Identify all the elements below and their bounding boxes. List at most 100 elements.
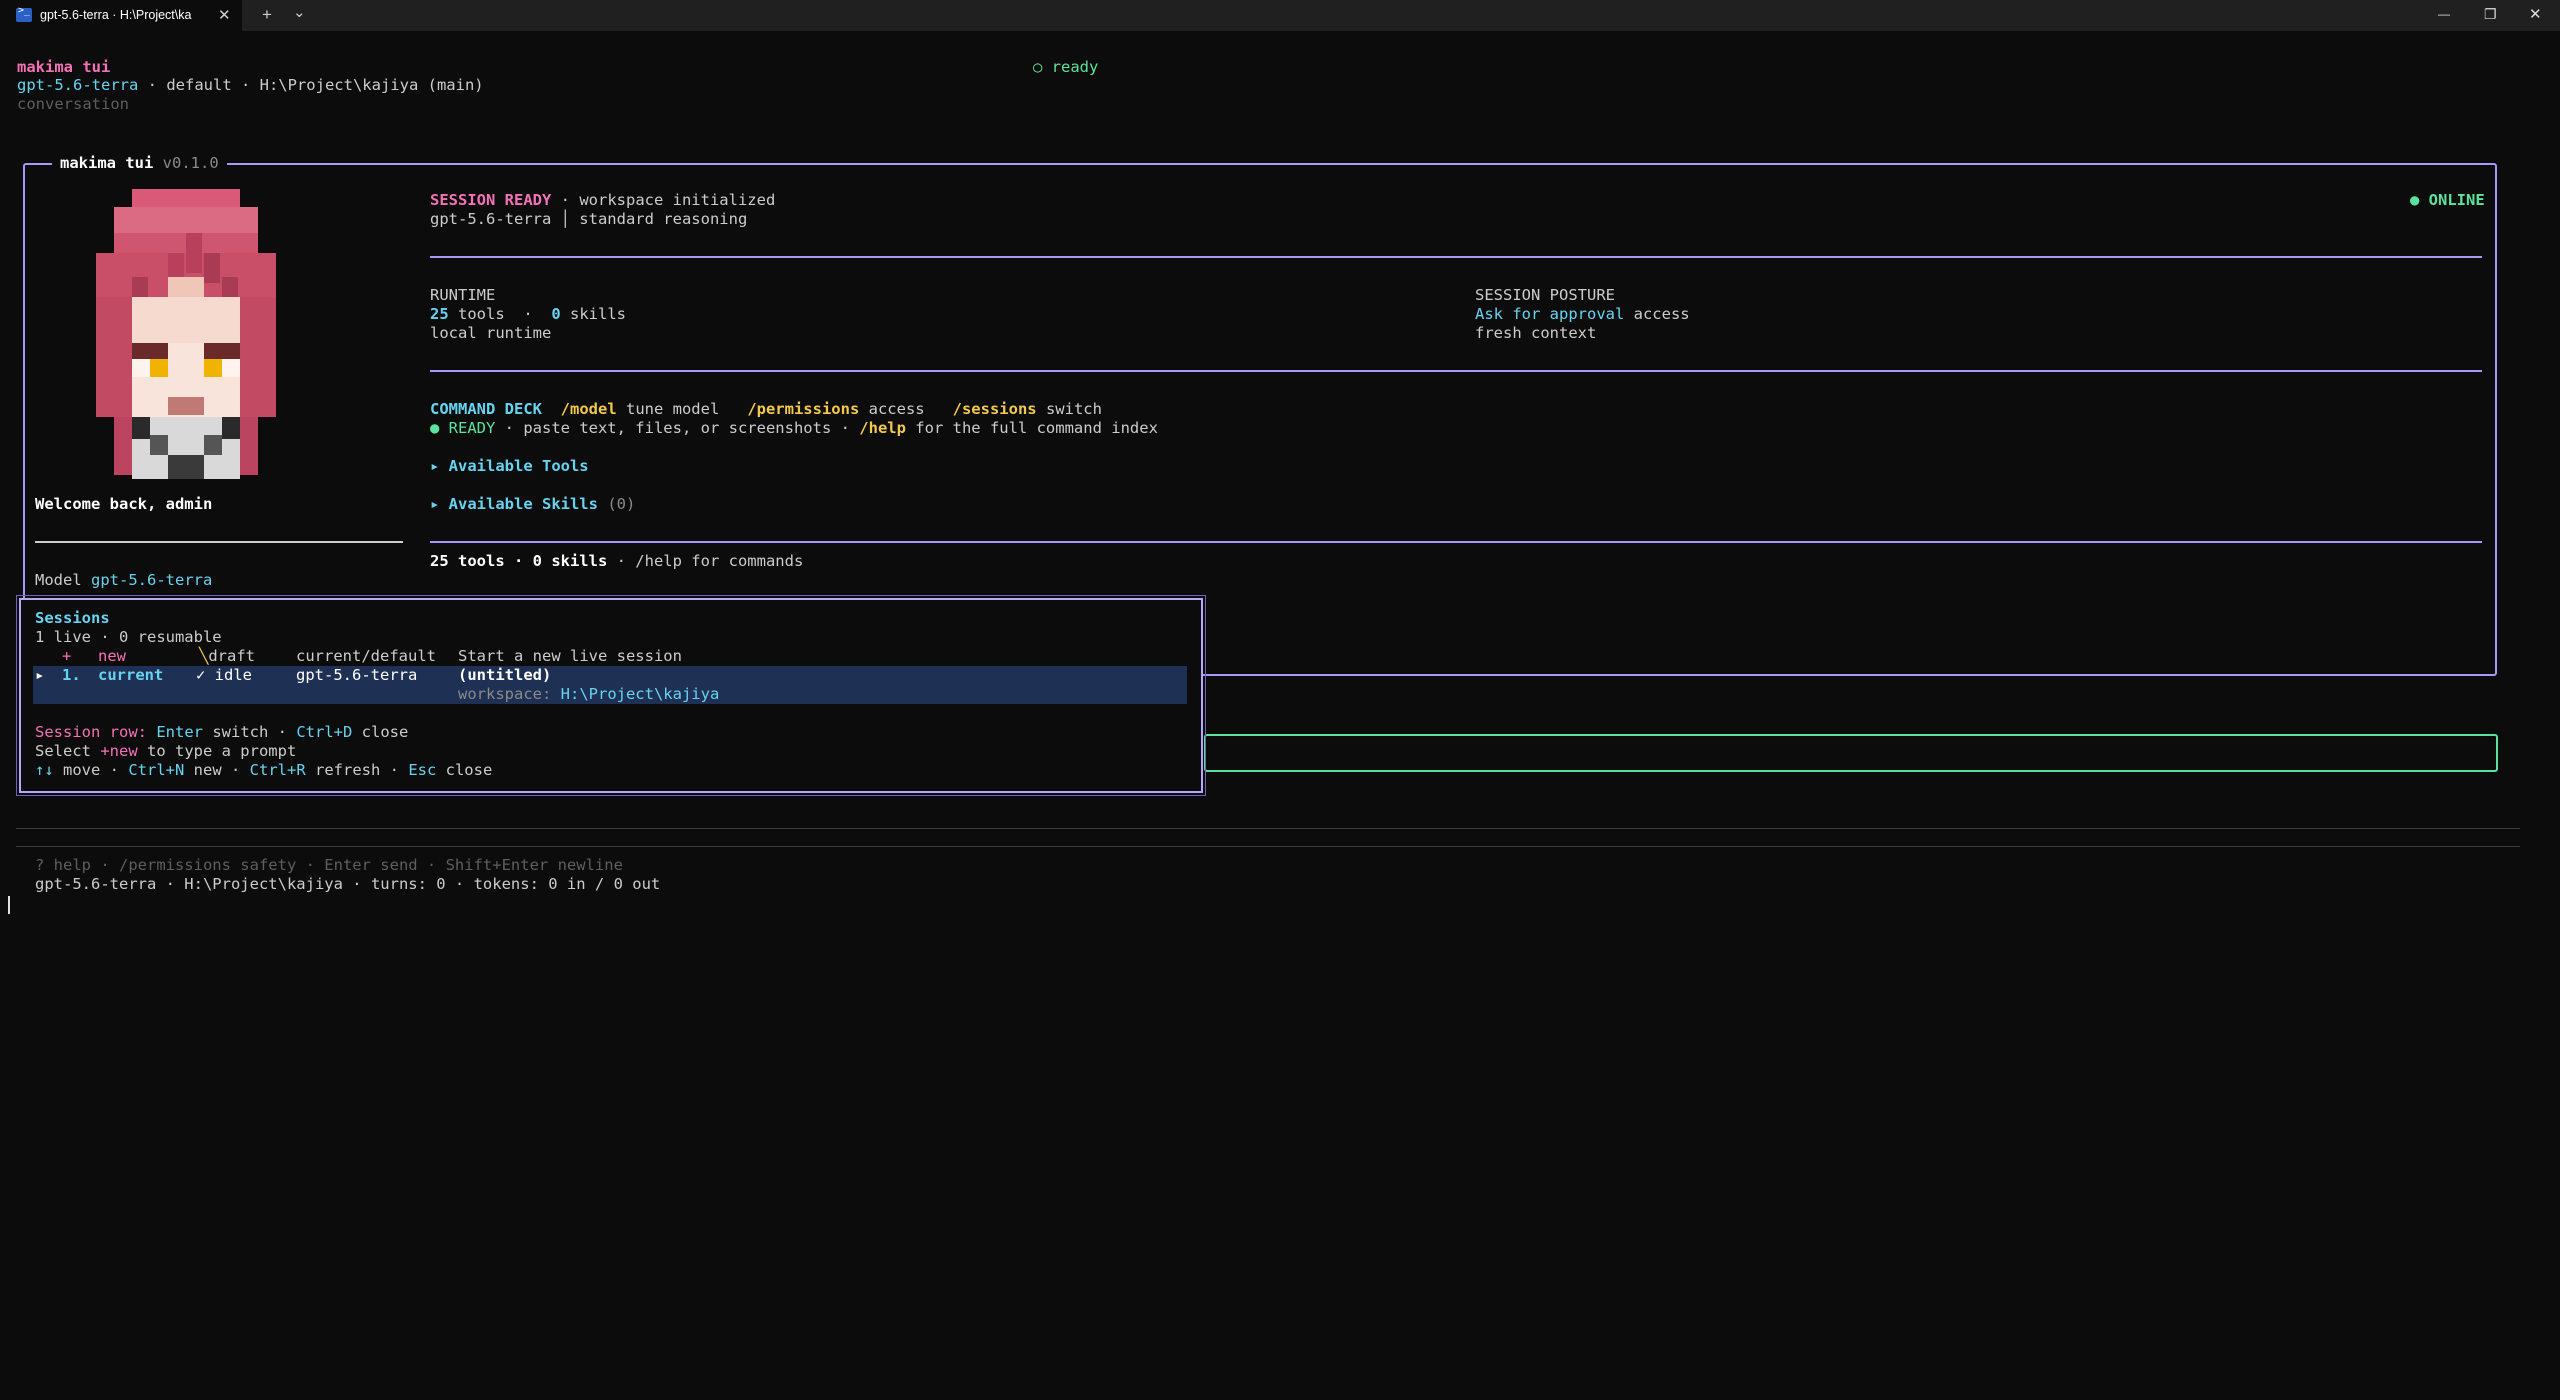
row-arrow-icon: ▸ xyxy=(35,666,45,684)
summary-counts: 25 tools · 0 skills xyxy=(430,552,608,570)
minimize-button[interactable]: — xyxy=(2438,7,2450,21)
hint-switch: switch · xyxy=(203,723,297,741)
banner-model-line: Model gpt-5.6-terra xyxy=(35,571,212,590)
footer-separator-1 xyxy=(16,828,2520,829)
approval-line: Ask for approval access xyxy=(1475,305,1690,324)
row-session-title: (untitled) xyxy=(458,666,552,684)
welcome-text: Welcome back, admin xyxy=(35,495,213,513)
banner-legend: makima tui v0.1.0 xyxy=(52,154,227,173)
footer-status: gpt-5.6-terra · H:\Project\kajiya · turn… xyxy=(35,875,661,893)
summary-line: 25 tools · 0 skills · /help for commands xyxy=(430,552,803,571)
skills-count: 0 xyxy=(551,305,561,323)
welcome-divider xyxy=(35,541,403,543)
cmd-model[interactable]: /model xyxy=(561,400,617,418)
cmd-permissions-desc: access xyxy=(859,400,953,418)
hint-ctrl-d-key: Ctrl+D xyxy=(296,723,353,741)
avatar-pixel-art xyxy=(96,189,276,479)
sessions-counts: 1 live · 0 resumable xyxy=(35,628,222,646)
cmd-permissions[interactable]: /permissions xyxy=(747,400,859,418)
cmd-model-desc: tune model xyxy=(616,400,748,418)
tab-title: gpt-5.6-terra · H:\Project\ka xyxy=(40,8,192,22)
session-ready-label: SESSION READY xyxy=(430,191,552,209)
runtime-title: RUNTIME xyxy=(430,286,496,304)
row-session-model: gpt-5.6-terra xyxy=(296,666,418,684)
available-skills-toggle[interactable]: ▸ Available Skills xyxy=(430,495,598,513)
draft-slash-icon: ╲ xyxy=(199,647,209,665)
row-workspace-path: H:\Project\kajiya xyxy=(560,685,720,703)
help-text: for the full command index xyxy=(905,419,1158,437)
navigation-hint: ↑↓ move · Ctrl+N new · Ctrl+R refresh · … xyxy=(35,761,492,780)
tab-close-icon[interactable]: ✕ xyxy=(218,6,231,24)
select-pre: Select xyxy=(35,742,101,760)
view-label: conversation xyxy=(17,95,129,113)
sessions-title: Sessions xyxy=(35,609,110,627)
tab-dropdown-icon[interactable]: ⌄ xyxy=(293,3,306,21)
session-ready-line: SESSION READY · workspace initialized xyxy=(430,191,775,210)
model-value: gpt-5.6-terra xyxy=(91,571,213,589)
new-tab-button[interactable]: + xyxy=(262,5,272,25)
cmd-sessions[interactable]: /sessions xyxy=(953,400,1037,418)
close-window-button[interactable]: ✕ xyxy=(2529,5,2542,23)
new-session-model: current/default xyxy=(296,647,436,665)
nav-move: move · xyxy=(53,761,129,779)
new-session-plus-icon[interactable]: + xyxy=(62,647,71,666)
nav-refresh: refresh · xyxy=(305,761,409,779)
header-model-line: gpt-5.6-terra · default · H:\Project\kaj… xyxy=(17,76,484,95)
banner-divider-2 xyxy=(430,370,2482,372)
available-skills-line[interactable]: ▸ Available Skills (0) xyxy=(430,495,635,514)
row-workspace-label: workspace: xyxy=(458,685,561,703)
banner-app-name: makima tui xyxy=(60,154,154,172)
app-name: makima tui xyxy=(17,58,111,76)
nav-new: new · xyxy=(184,761,250,779)
command-deck-title: COMMAND DECK xyxy=(430,400,542,418)
session-row-hint: Session row: Enter switch · Ctrl+D close xyxy=(35,723,408,742)
reasoning-line: gpt-5.6-terra │ standard reasoning xyxy=(430,210,748,228)
maximize-button[interactable]: ❐ xyxy=(2484,6,2497,23)
available-tools-toggle[interactable]: ▸ Available Tools xyxy=(430,457,589,476)
workspace-initialized: · workspace initialized xyxy=(551,191,776,209)
banner-version: v0.1.0 xyxy=(162,154,219,172)
runtime-mode: local runtime xyxy=(430,324,552,342)
help-command[interactable]: /help xyxy=(859,419,906,437)
nav-arrows-icon: ↑↓ xyxy=(35,761,54,779)
banner-divider-1 xyxy=(430,256,2482,258)
nav-close: close xyxy=(436,761,493,779)
window-titlebar: gpt-5.6-terra · H:\Project\ka ✕ + ⌄ — ❐ … xyxy=(0,0,2560,31)
hint-enter-key: Enter xyxy=(156,723,203,741)
avatar-mouth xyxy=(168,397,204,415)
footer-hints: ? help · /permissions safety · Enter sen… xyxy=(35,856,623,874)
terminal-tab[interactable]: gpt-5.6-terra · H:\Project\ka ✕ xyxy=(0,0,242,31)
approval-suffix: access xyxy=(1624,305,1690,323)
banner-divider-3 xyxy=(430,541,2482,543)
model-label: Model xyxy=(35,571,82,589)
nav-esc-key: Esc xyxy=(408,761,437,779)
ready-status: ○ ready xyxy=(1033,58,1099,76)
prompt-input[interactable] xyxy=(1204,734,2498,772)
select-post: to type a prompt xyxy=(137,742,297,760)
footer-separator-2 xyxy=(16,846,2520,847)
header-profile-path: · default · H:\Project\kajiya (main) xyxy=(138,76,484,94)
online-status: ● ONLINE xyxy=(2410,191,2485,209)
context-state: fresh context xyxy=(1475,324,1597,342)
available-skills-count: (0) xyxy=(597,495,636,513)
row-index: 1. xyxy=(62,666,81,684)
new-session-button[interactable]: new xyxy=(98,647,126,666)
row-session-status: ✓ idle xyxy=(196,666,252,684)
row-session-name[interactable]: current xyxy=(98,666,163,685)
approval-mode: Ask for approval xyxy=(1475,305,1625,323)
tools-count: 25 xyxy=(430,305,449,323)
terminal-cursor xyxy=(8,896,10,914)
header-model: gpt-5.6-terra xyxy=(17,76,139,94)
posture-title: SESSION POSTURE xyxy=(1475,286,1615,304)
select-new-hint: Select +new to type a prompt xyxy=(35,742,296,761)
new-session-status-text: draft xyxy=(208,647,256,665)
ready-text: · paste text, files, or screenshots · xyxy=(495,419,860,437)
summary-help: · /help for commands xyxy=(607,552,804,570)
runtime-counts: 25 tools · 0 skills xyxy=(430,305,626,324)
nav-ctrl-r-key: Ctrl+R xyxy=(249,761,306,779)
cmd-sessions-desc: switch xyxy=(1036,400,1102,418)
new-session-desc: Start a new live session xyxy=(458,647,682,665)
skills-label: skills xyxy=(560,305,626,323)
ready-hint-line: ● READY · paste text, files, or screensh… xyxy=(430,419,1158,438)
row-workspace-line: workspace: H:\Project\kajiya xyxy=(458,685,719,704)
